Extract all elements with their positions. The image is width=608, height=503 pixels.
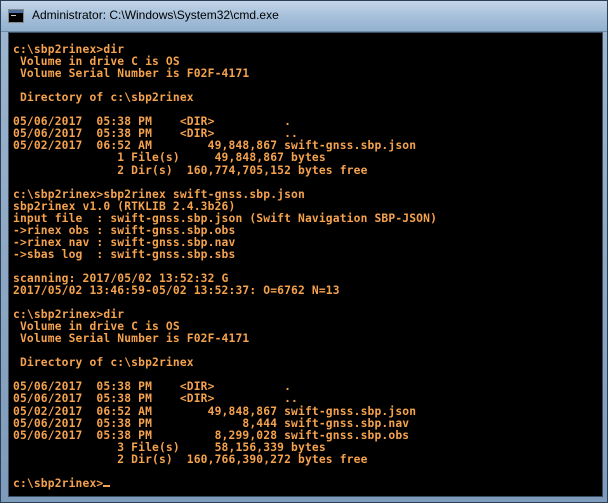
console-line: 2017/05/02 13:46:59-05/02 13:52:37: O=67… [13, 284, 340, 297]
console-line: Volume Serial Number is F02F-4171 [13, 332, 250, 346]
console-line: sbp2rinex v1.0 (RTKLIB 2.4.3b26) [13, 199, 236, 213]
console-line: 3 File(s) 58,156,339 bytes [13, 440, 326, 454]
title-bar[interactable]: Administrator: C:\Windows\System32\cmd.e… [1, 1, 607, 32]
console-line: c:\sbp2rinex>sbp2rinex swift-gnss.sbp.js… [13, 187, 305, 201]
console-line: ->rinex nav : swift-gnss.sbp.nav [13, 235, 236, 249]
cmd-icon[interactable] [8, 9, 24, 23]
console-line: Volume Serial Number is F02F-4171 [13, 67, 250, 81]
console-line: 2 Dir(s) 160,774,705,152 bytes free [13, 163, 368, 177]
window-title: Administrator: C:\Windows\System32\cmd.e… [32, 8, 279, 22]
console-line: 05/06/2017 05:38 PM 8,299,028 swift-gnss… [13, 428, 410, 442]
cmd-window: Administrator: C:\Windows\System32\cmd.e… [0, 0, 608, 503]
command-prompt-line: c:\sbp2rinex> [13, 477, 111, 490]
console-line: ->rinex obs : swift-gnss.sbp.obs [13, 223, 236, 237]
console-line: 1 File(s) 49,848,867 bytes [13, 151, 326, 165]
console-output[interactable]: c:\sbp2rinex>dir Volume in drive C is OS… [8, 32, 603, 497]
console-line: Directory of c:\sbp2rinex [13, 356, 194, 370]
console-line: 05/06/2017 05:38 PM 8,444 swift-gnss.sbp… [13, 416, 410, 430]
console-line: input file : swift-gnss.sbp.json (Swift … [13, 211, 438, 225]
console-line: Directory of c:\sbp2rinex [13, 91, 194, 105]
console-line: 05/06/2017 05:38 PM <DIR> .. [13, 392, 299, 406]
text-cursor [103, 484, 111, 487]
console-line: 05/02/2017 06:52 AM 49,848,867 swift-gns… [13, 404, 417, 418]
console-line: 2 Dir(s) 160,766,390,272 bytes free [13, 452, 368, 466]
console-line: ->sbas log : swift-gnss.sbp.sbs [13, 247, 236, 261]
